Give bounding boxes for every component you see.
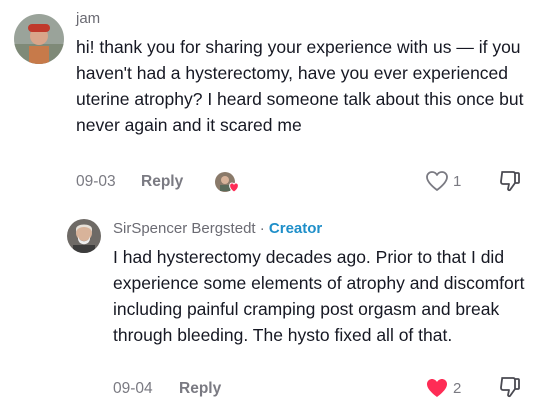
comment-text: hi! thank you for sharing your experienc… xyxy=(76,37,524,135)
dislike-icon xyxy=(500,377,520,398)
comment-dislike-button[interactable] xyxy=(498,169,522,193)
reply-header: SirSpencer Bergstedt · Creator xyxy=(113,220,322,237)
comment-date: 09-03 xyxy=(76,173,116,190)
comment-like-button[interactable]: 1 xyxy=(425,170,461,192)
reply-author-username[interactable]: SirSpencer Bergstedt xyxy=(113,220,256,237)
comment-reply-button[interactable]: Reply xyxy=(141,173,183,191)
creator-badge: Creator xyxy=(268,220,323,237)
dislike-icon xyxy=(500,171,520,192)
creator-liked-avatar xyxy=(214,171,239,193)
heart-outline-icon xyxy=(426,171,448,191)
reply-like-button[interactable]: 2 xyxy=(425,377,461,399)
commenter-username[interactable]: jam xyxy=(76,10,100,27)
reply-reply-button[interactable]: Reply xyxy=(179,380,221,398)
header-separator: · xyxy=(259,220,265,237)
commenter-avatar[interactable] xyxy=(14,14,64,64)
reply-date: 09-04 xyxy=(113,380,153,397)
reply-text: I had hysterectomy decades ago. Prior to… xyxy=(113,247,525,345)
heart-filled-icon xyxy=(427,379,447,397)
reply-like-count: 2 xyxy=(453,379,462,397)
reply-dislike-button[interactable] xyxy=(498,375,522,399)
comment-like-count: 1 xyxy=(453,172,462,190)
reply-author-avatar[interactable] xyxy=(67,219,101,253)
